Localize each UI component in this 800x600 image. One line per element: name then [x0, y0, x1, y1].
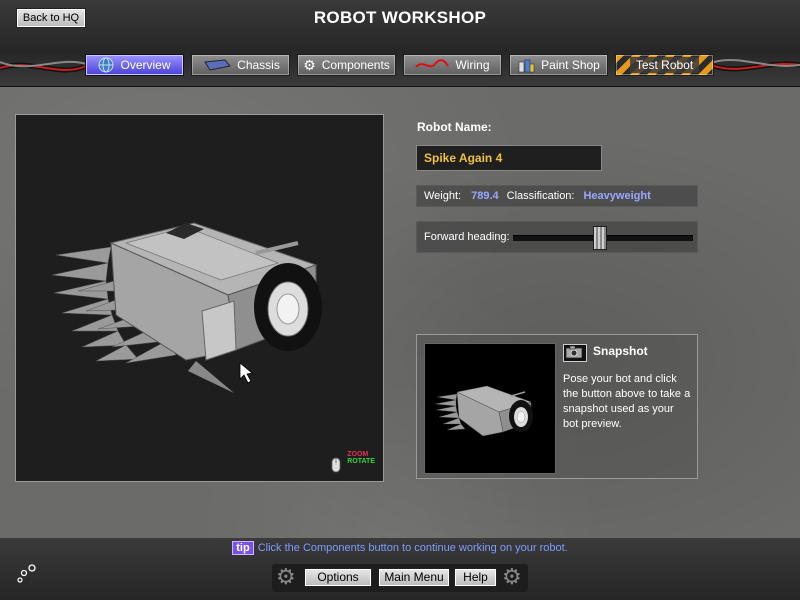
- snapshot-camera-button[interactable]: [563, 344, 587, 362]
- classification-label: Classification:: [506, 190, 575, 202]
- right-cable-decoration: [714, 59, 800, 72]
- zoom-rotate-legend: ZOOM ROTATE: [347, 451, 375, 465]
- tab-overview-label: Overview: [120, 58, 171, 72]
- tab-wiring[interactable]: Wiring: [403, 54, 502, 76]
- tab-chassis[interactable]: Chassis: [191, 54, 290, 76]
- zoom-label: ZOOM: [347, 451, 369, 458]
- robot-name-input[interactable]: Spike Again 4: [416, 145, 602, 171]
- gear-icon: ⚙: [303, 56, 316, 73]
- forward-heading-slider-thumb[interactable]: [592, 226, 607, 250]
- forward-heading-label: Forward heading:: [424, 231, 510, 243]
- rotate-label: ROTATE: [347, 458, 375, 465]
- snapshot-panel: Snapshot Pose your bot and click the but…: [416, 334, 698, 479]
- weight-classification-row: Weight: 789.4 Classification: Heavyweigh…: [416, 185, 698, 207]
- help-button[interactable]: Help: [454, 568, 497, 587]
- weight-value: 789.4: [471, 190, 499, 202]
- snapshot-robot-thumbnail: [434, 385, 533, 437]
- tab-test-robot-label: Test Robot: [629, 57, 700, 73]
- snapshot-description: Pose your bot and click the button above…: [563, 373, 691, 430]
- weight-label: Weight:: [424, 190, 462, 202]
- tab-components[interactable]: ⚙ Components: [297, 54, 396, 76]
- gear-icon: ⚙: [502, 564, 522, 589]
- robot-model: [51, 222, 322, 393]
- main-menu-button[interactable]: Main Menu: [378, 568, 450, 587]
- robot-3d-viewport[interactable]: ZOOM ROTATE: [15, 114, 384, 482]
- globe-icon: [98, 57, 114, 73]
- mouse-icon: [331, 457, 341, 473]
- loading-spinner-icon: [17, 564, 36, 583]
- tab-wiring-label: Wiring: [455, 58, 490, 72]
- wire-icon: [415, 59, 450, 68]
- classification-value: Heavyweight: [583, 190, 651, 202]
- robot-name-label: Robot Name:: [417, 120, 492, 134]
- paint-cans-icon: [518, 59, 535, 73]
- tab-chassis-label: Chassis: [237, 58, 280, 72]
- chassis-icon: [204, 59, 232, 71]
- tip-bar: tip Click the Components button to contin…: [0, 541, 800, 555]
- snapshot-preview: [424, 343, 556, 474]
- tab-components-label: Components: [321, 58, 390, 72]
- tip-badge: tip: [232, 541, 254, 555]
- snapshot-title: Snapshot: [593, 344, 648, 358]
- tab-paint-shop[interactable]: Paint Shop: [509, 54, 608, 76]
- tip-text: Click the Components button to continue …: [257, 542, 568, 554]
- tab-test-robot[interactable]: Test Robot: [615, 54, 714, 76]
- gear-icon: ⚙: [276, 564, 296, 589]
- tab-overview[interactable]: Overview: [85, 54, 184, 76]
- tab-paint-shop-label: Paint Shop: [541, 58, 600, 72]
- camera-icon: [565, 345, 583, 359]
- page-title: ROBOT WORKSHOP: [313, 8, 487, 27]
- forward-heading-row: Forward heading:: [416, 221, 698, 253]
- options-button[interactable]: Options: [304, 568, 372, 587]
